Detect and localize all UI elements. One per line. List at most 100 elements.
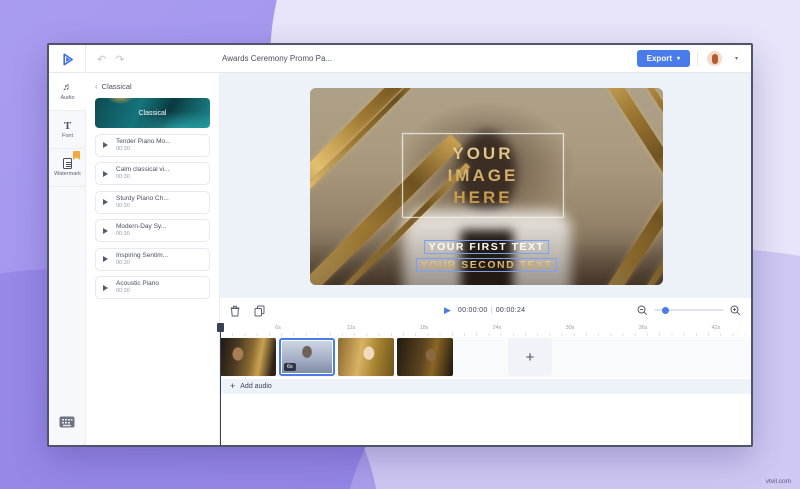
duplicate-button[interactable]: [254, 304, 265, 322]
timeline-play-button[interactable]: ▶: [444, 305, 451, 316]
person-icon: [712, 54, 718, 64]
playhead-line[interactable]: [220, 324, 221, 445]
video-track: 6s +: [220, 337, 751, 377]
undo-icon[interactable]: ↶: [97, 53, 106, 66]
chevron-left-icon: ‹: [95, 82, 98, 91]
duplicate-icon: [254, 305, 265, 317]
add-clip-button[interactable]: +: [508, 338, 552, 376]
sidebar-item-label: Watermark: [54, 171, 81, 177]
export-button[interactable]: Export ▾: [637, 50, 690, 67]
top-bar: ↶ ↷ Awards Ceremony Promo Pa... Export ▾…: [49, 45, 751, 73]
track-duration: 00:30: [116, 203, 169, 210]
sidebar: ♬ Audio T Font Watermark: [49, 73, 86, 445]
track-duration: 00:30: [116, 174, 169, 181]
timeline-panel: ▶ 00:00:00|00:00:24: [220, 298, 751, 445]
category-name: Classical: [102, 82, 132, 91]
track-title: Calm classical vi...: [116, 166, 169, 174]
sidebar-item-audio[interactable]: ♬ Audio: [49, 73, 86, 111]
chevron-down-icon: ▾: [677, 55, 680, 62]
ruler-tick: 6s: [275, 325, 281, 331]
redo-icon[interactable]: ↷: [115, 53, 124, 66]
track-title: Acoustic Piano: [116, 280, 159, 288]
ruler-tick: 36s: [639, 325, 648, 331]
play-icon[interactable]: [103, 228, 108, 234]
sidebar-item-font[interactable]: T Font: [49, 111, 86, 149]
audio-track-item[interactable]: Modern-Day Sy...00:30: [95, 219, 210, 242]
audio-library-panel: ‹ Classical Classical Tender Piano Mo...…: [86, 73, 220, 445]
audio-track-item[interactable]: Calm classical vi...00:30: [95, 162, 210, 185]
editor-window: ↶ ↷ Awards Ceremony Promo Pa... Export ▾…: [47, 43, 753, 447]
video-preview[interactable]: YOUR IMAGE HERE YOUR FIRST TEXT YOUR SEC…: [310, 88, 663, 285]
first-text-layer[interactable]: YOUR FIRST TEXT: [424, 240, 550, 254]
main-area: YOUR IMAGE HERE YOUR FIRST TEXT YOUR SEC…: [220, 73, 751, 445]
add-audio-button[interactable]: + Add audio: [220, 379, 751, 394]
audio-track-item[interactable]: Acoustic Piano00:30: [95, 276, 210, 299]
timecode-current: 00:00:00: [458, 307, 488, 314]
back-to-categories[interactable]: ‹ Classical: [95, 82, 210, 91]
ruler-tick: 18s: [420, 325, 429, 331]
banner-label: Classical: [138, 110, 166, 117]
divider: [697, 51, 698, 67]
avatar[interactable]: [707, 51, 722, 66]
timeline-clip-1[interactable]: [220, 338, 276, 376]
export-label: Export: [647, 54, 672, 63]
timecode-total: 00:00:24: [496, 307, 526, 314]
image-placeholder-frame[interactable]: YOUR IMAGE HERE: [402, 133, 564, 218]
ruler-tick: 30s: [566, 325, 575, 331]
track-duration: 00:30: [116, 231, 166, 238]
plus-icon: +: [230, 379, 235, 394]
audio-track-item[interactable]: Sturdy Piano Ch...00:30: [95, 191, 210, 214]
timeline-ruler[interactable]: 6s 12s 18s 24s 30s 36s 42s: [220, 324, 751, 336]
track-duration: 00:30: [116, 146, 171, 153]
bookmark-badge-icon: [73, 151, 80, 160]
music-note-icon: ♬: [63, 83, 73, 93]
track-duration: 00:30: [116, 288, 159, 295]
ruler-tick: 12s: [347, 325, 356, 331]
delete-button[interactable]: [230, 304, 240, 322]
project-title: Awards Ceremony Promo Pa...: [222, 45, 332, 73]
app-logo[interactable]: [49, 45, 86, 73]
play-icon[interactable]: [103, 285, 108, 291]
timecode: 00:00:00|00:00:24: [458, 307, 525, 314]
timeline-toolbar: ▶ 00:00:00|00:00:24: [220, 298, 751, 322]
timeline-clip-3[interactable]: [338, 338, 394, 376]
play-icon[interactable]: [103, 256, 108, 262]
keyboard-icon: [59, 416, 75, 428]
play-icon[interactable]: [103, 142, 108, 148]
zoom-in-icon[interactable]: [730, 305, 741, 316]
track-duration: 00:30: [116, 260, 168, 267]
keyboard-shortcuts-button[interactable]: [59, 415, 75, 433]
watermark-document-icon: [63, 158, 72, 169]
category-banner[interactable]: Classical: [95, 98, 210, 128]
clip-duration-badge: 6s: [284, 363, 296, 371]
sidebar-item-watermark[interactable]: Watermark: [49, 149, 86, 187]
track-title: Sturdy Piano Ch...: [116, 195, 169, 203]
playhead-handle[interactable]: [217, 323, 224, 332]
audio-track-item[interactable]: Tender Piano Mo...00:30: [95, 134, 210, 157]
zoom-slider-handle[interactable]: [662, 307, 669, 314]
zoom-slider[interactable]: [654, 309, 724, 311]
sidebar-item-label: Font: [62, 133, 73, 139]
sidebar-item-label: Audio: [60, 95, 74, 101]
font-icon: T: [64, 121, 71, 131]
site-watermark: vtvil.com: [766, 478, 791, 485]
play-icon[interactable]: [103, 171, 108, 177]
play-icon[interactable]: [103, 199, 108, 205]
plus-icon: +: [526, 349, 535, 366]
timeline-clip-4[interactable]: [397, 338, 453, 376]
image-placeholder-text: YOUR IMAGE HERE: [448, 143, 519, 209]
second-text-layer[interactable]: YOUR SECOND TEXT: [416, 258, 558, 272]
audio-track-item[interactable]: Inspiring Sentim...00:30: [95, 248, 210, 271]
play-logo-icon: [60, 52, 75, 67]
trash-icon: [230, 305, 240, 317]
track-title: Inspiring Sentim...: [116, 252, 168, 260]
account-chevron-down-icon[interactable]: ▾: [735, 45, 738, 73]
track-title: Tender Piano Mo...: [116, 138, 171, 146]
timeline-clip-2-selected[interactable]: 6s: [279, 338, 335, 376]
add-audio-label: Add audio: [240, 383, 272, 390]
timecode-separator: |: [491, 307, 493, 314]
zoom-out-icon[interactable]: [637, 305, 648, 316]
track-title: Modern-Day Sy...: [116, 223, 166, 231]
ruler-tick: 42s: [712, 325, 721, 331]
ruler-tick: 24s: [493, 325, 502, 331]
